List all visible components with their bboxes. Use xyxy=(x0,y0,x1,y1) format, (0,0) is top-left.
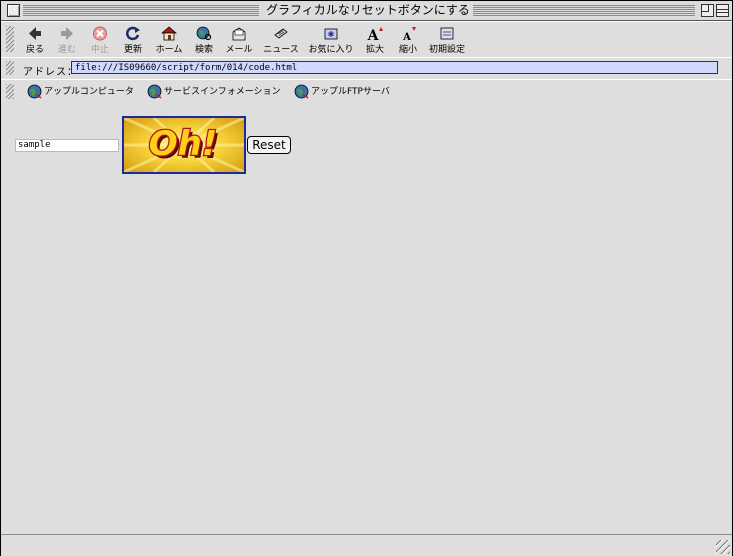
reset-button[interactable]: Reset xyxy=(247,136,291,154)
page-content: sample Oh! Oh! Reset xyxy=(1,104,732,534)
preferences-label: 初期設定 xyxy=(428,45,465,55)
stop-label: 中止 xyxy=(90,45,109,55)
svg-text:A: A xyxy=(367,28,380,41)
svg-text:✱: ✱ xyxy=(328,30,335,39)
news-button[interactable]: ニュース xyxy=(262,26,300,55)
address-label: アドレス： xyxy=(23,67,78,78)
refresh-button[interactable]: 更新 xyxy=(121,26,145,55)
globe-icon xyxy=(27,84,42,99)
search-label: 検索 xyxy=(194,45,213,55)
zoom-box-icon[interactable] xyxy=(701,4,714,17)
favorite-label: アップルコンピュータ xyxy=(44,87,134,97)
home-icon xyxy=(161,26,177,41)
news-icon xyxy=(274,28,288,39)
forward-arrow-icon xyxy=(61,27,73,40)
favorite-service-info[interactable]: サービスインフォメーション xyxy=(147,84,281,100)
collapse-box-icon[interactable] xyxy=(716,4,729,17)
favorites-bar-grip[interactable] xyxy=(6,84,14,99)
back-button[interactable]: 戻る xyxy=(23,26,47,55)
globe-icon xyxy=(147,84,162,99)
close-box-icon[interactable] xyxy=(7,4,20,17)
stop-button[interactable]: 中止 xyxy=(88,26,112,55)
oh-text: Oh! xyxy=(149,124,218,164)
text-larger-icon: A xyxy=(367,27,383,41)
stop-icon xyxy=(93,26,107,41)
address-bar-grip[interactable] xyxy=(6,61,14,75)
sample-text-input[interactable]: sample xyxy=(15,139,119,152)
back-arrow-icon xyxy=(29,27,41,40)
title-stripes-left xyxy=(23,5,259,16)
home-label: ホーム xyxy=(155,45,183,55)
button-bar-grip[interactable] xyxy=(6,26,14,52)
refresh-label: 更新 xyxy=(123,45,142,55)
globe-icon xyxy=(294,84,309,99)
back-label: 戻る xyxy=(25,45,44,55)
text-larger-label: 拡大 xyxy=(365,45,384,55)
title-bar[interactable]: グラフィカルなリセットボタンにする xyxy=(1,1,732,21)
status-bar xyxy=(1,534,732,556)
text-smaller-icon: A xyxy=(402,27,416,41)
preferences-icon xyxy=(440,27,454,40)
favorite-label: サービスインフォメーション xyxy=(164,87,281,97)
favorites-icon: ✱ xyxy=(324,28,338,40)
favorite-apple-computer[interactable]: アップルコンピュータ xyxy=(27,84,134,100)
oh-image-reset-button[interactable]: Oh! Oh! xyxy=(122,116,246,174)
forward-label: 進む xyxy=(57,45,76,55)
home-button[interactable]: ホーム xyxy=(153,26,185,55)
refresh-icon xyxy=(125,26,140,41)
favorites-button[interactable]: ✱ お気に入り xyxy=(307,26,355,55)
mail-label: メール xyxy=(225,45,253,55)
favorite-apple-ftp[interactable]: アップルFTPサーバ xyxy=(294,84,390,100)
address-bar: アドレス： file:///IS09660/script/form/014/co… xyxy=(1,57,732,80)
text-smaller-button[interactable]: A 縮小 xyxy=(396,26,420,55)
news-label: ニュース xyxy=(263,45,299,55)
text-smaller-label: 縮小 xyxy=(398,45,417,55)
address-input[interactable]: file:///IS09660/script/form/014/code.htm… xyxy=(71,61,718,74)
window-title: グラフィカルなリセットボタンにする xyxy=(263,2,473,19)
svg-text:A: A xyxy=(402,32,411,41)
oh-burst-graphic: Oh! Oh! xyxy=(124,118,244,172)
button-bar: 戻る 進む 中止 更新 ホーム 検索 メール ニュース ✱ お気に入り A 拡大… xyxy=(1,21,732,58)
favorites-bar: アップルコンピュータ サービスインフォメーション アップルFTPサーバ xyxy=(1,79,732,105)
text-larger-button[interactable]: A 拡大 xyxy=(363,26,387,55)
title-stripes-right xyxy=(473,5,695,16)
browser-window: グラフィカルなリセットボタンにする 戻る 進む 中止 更新 ホーム 検索 メール… xyxy=(0,0,733,556)
search-button[interactable]: 検索 xyxy=(192,26,216,55)
mail-icon xyxy=(232,27,246,41)
forward-button[interactable]: 進む xyxy=(55,26,79,55)
resize-grip-icon[interactable] xyxy=(716,540,730,554)
mail-button[interactable]: メール xyxy=(223,26,255,55)
preferences-button[interactable]: 初期設定 xyxy=(428,26,466,55)
search-globe-icon xyxy=(196,26,212,41)
favorite-label: アップルFTPサーバ xyxy=(311,87,390,97)
favorites-label: お気に入り xyxy=(308,45,354,55)
